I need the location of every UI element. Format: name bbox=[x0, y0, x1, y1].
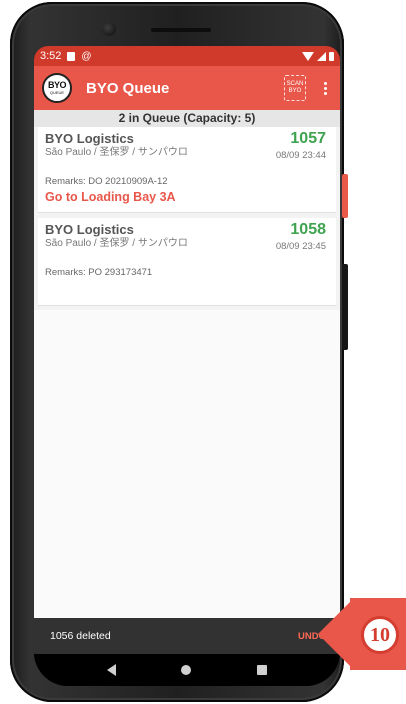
queue-item-remarks: Remarks: DO 20210909A-12 bbox=[45, 176, 168, 187]
logo-text: BYO bbox=[47, 80, 67, 90]
queue-item[interactable]: BYO Logistics São Paulo / 圣保罗 / サンパウロ 10… bbox=[38, 127, 336, 213]
queue-header: 2 in Queue (Capacity: 5) bbox=[34, 110, 340, 127]
queue-item-ticket: 1058 bbox=[290, 221, 326, 238]
queue-content: 2 in Queue (Capacity: 5) BYO Logistics S… bbox=[34, 110, 340, 618]
phone-screen: 3:52 @ BYO QUEUE BYO Queue SCAN BYO 2 in… bbox=[34, 46, 340, 686]
status-time: 3:52 bbox=[40, 50, 62, 62]
at-icon: @ bbox=[81, 50, 92, 62]
scan-icon-line-2: BYO bbox=[288, 88, 302, 94]
recent-apps-icon[interactable] bbox=[257, 665, 268, 675]
back-icon[interactable] bbox=[106, 664, 116, 676]
app-logo: BYO QUEUE bbox=[42, 73, 72, 103]
signal-icon bbox=[317, 51, 326, 61]
volume-button bbox=[342, 264, 348, 350]
scan-icon-line-1: SCAN bbox=[286, 81, 304, 87]
status-bar: 3:52 @ bbox=[34, 46, 340, 66]
queue-item-ticket: 1057 bbox=[290, 130, 326, 147]
callout-arrow bbox=[318, 600, 352, 668]
navigation-bar bbox=[34, 654, 340, 686]
queue-item-remarks: Remarks: PO 293173471 bbox=[45, 267, 153, 278]
snackbar: 1056 deleted UNDO bbox=[34, 618, 340, 654]
queue-item-instruction: Go to Loading Bay 3A bbox=[45, 190, 176, 204]
empty-list-area bbox=[34, 310, 340, 618]
phone-frame: 3:52 @ BYO QUEUE BYO Queue SCAN BYO 2 in… bbox=[10, 2, 348, 702]
callout-number: 10 bbox=[361, 616, 399, 654]
app-bar: BYO QUEUE BYO Queue SCAN BYO bbox=[34, 66, 340, 110]
queue-item-time: 08/09 23:45 bbox=[275, 241, 326, 252]
power-button bbox=[342, 174, 348, 218]
queue-item-time: 08/09 23:44 bbox=[275, 150, 326, 161]
app-title: BYO Queue bbox=[86, 79, 170, 97]
queue-item[interactable]: BYO Logistics São Paulo / 圣保罗 / サンパウロ 10… bbox=[38, 218, 336, 306]
front-camera bbox=[102, 22, 116, 36]
logo-subtext: QUEUE bbox=[49, 90, 65, 95]
overflow-menu-icon[interactable] bbox=[318, 81, 332, 95]
snackbar-message: 1056 deleted bbox=[50, 630, 111, 642]
earpiece-speaker bbox=[151, 28, 211, 32]
home-icon[interactable] bbox=[181, 665, 192, 675]
battery-icon bbox=[329, 51, 334, 61]
queue-item-company: BYO Logistics bbox=[45, 222, 134, 237]
wifi-icon bbox=[302, 51, 314, 61]
queue-item-company: BYO Logistics bbox=[45, 131, 134, 146]
scan-qr-icon[interactable]: SCAN BYO bbox=[284, 75, 306, 101]
sd-card-icon bbox=[67, 51, 76, 61]
